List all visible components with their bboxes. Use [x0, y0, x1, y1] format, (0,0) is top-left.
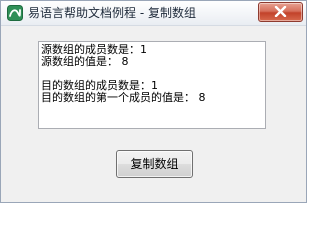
output-line-target-first-value: 目的数组的第一个成员的值是： 8: [41, 91, 206, 104]
app-window: 易语言帮助文档例程 - 复制数组 源数组的成员数是：1 源数组的值是： 8 目的…: [0, 0, 307, 203]
close-icon: [274, 6, 287, 17]
output-text-box[interactable]: 源数组的成员数是：1 源数组的值是： 8 目的数组的成员数是：1 目的数组的第一…: [38, 41, 266, 129]
close-button[interactable]: [258, 2, 303, 22]
title-bar[interactable]: 易语言帮助文档例程 - 复制数组: [1, 1, 306, 26]
app-icon: [7, 5, 23, 21]
copy-array-button[interactable]: 复制数组: [116, 150, 193, 178]
window-title: 易语言帮助文档例程 - 复制数组: [28, 6, 196, 20]
output-line-source-value: 源数组的值是： 8: [41, 55, 129, 68]
